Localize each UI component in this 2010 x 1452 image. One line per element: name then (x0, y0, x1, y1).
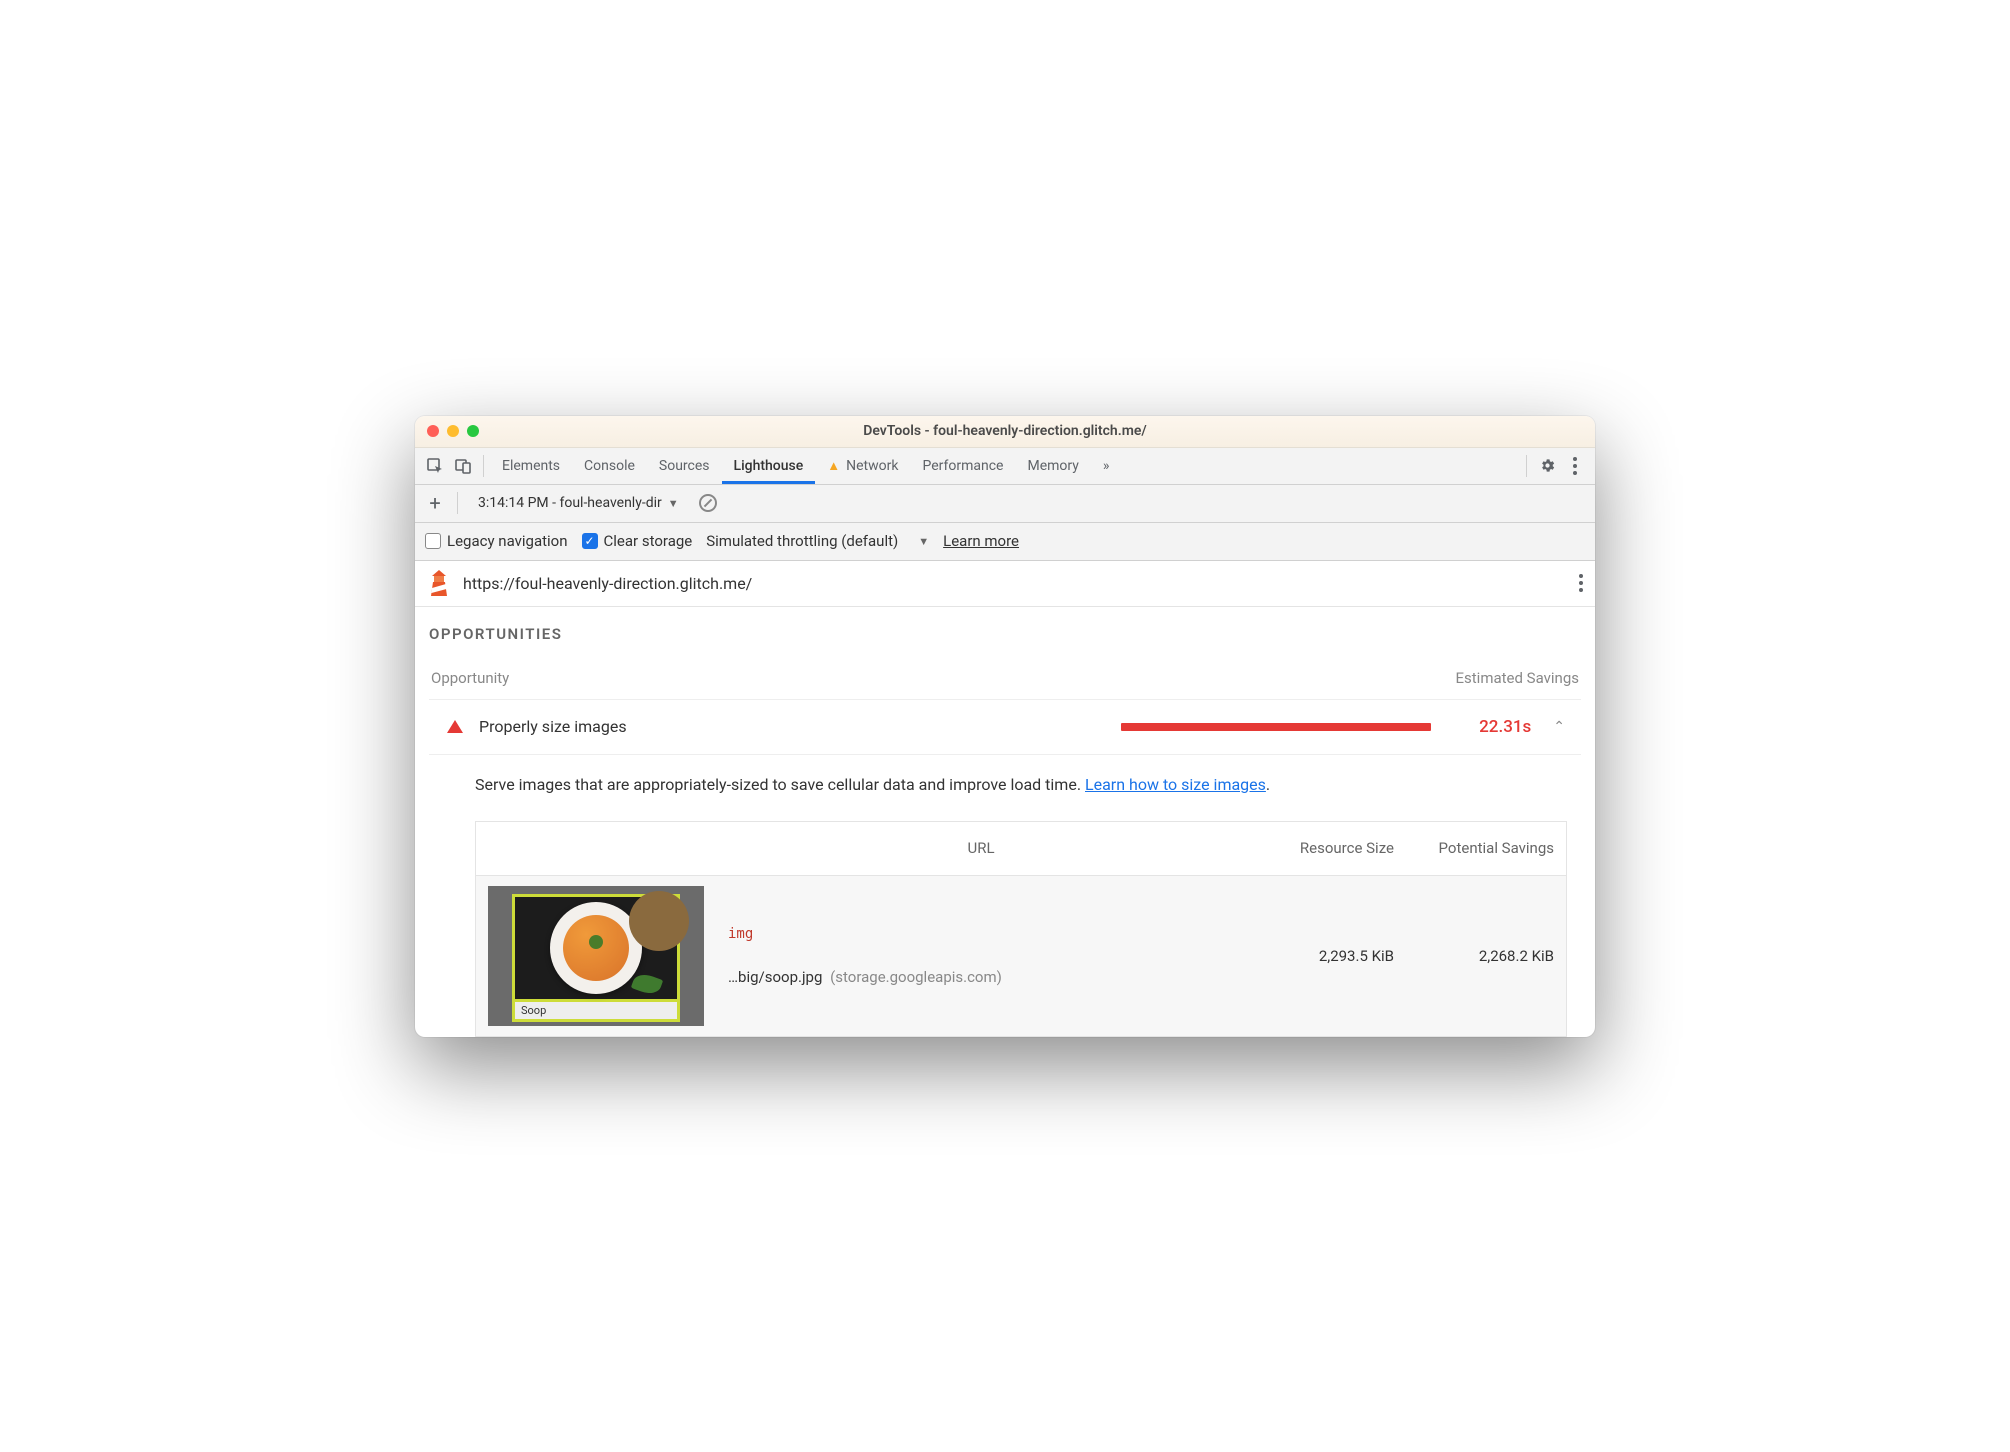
lighthouse-toolbar: + 3:14:14 PM - foul-heavenly-dir ▼ (415, 485, 1595, 523)
element-tag: img (728, 926, 1234, 942)
chevron-up-icon: ⌃ (1553, 719, 1565, 735)
fail-triangle-icon (447, 720, 463, 733)
tab-sources[interactable]: Sources (647, 447, 722, 484)
col-opportunity: Opportunity (431, 669, 509, 687)
url-path[interactable]: …big/soop.jpg (728, 968, 822, 986)
th-url: URL (716, 823, 1246, 873)
window-title: DevTools - foul-heavenly-direction.glitc… (415, 423, 1595, 439)
opportunity-time: 22.31s (1447, 717, 1531, 737)
report-menu-icon[interactable] (1579, 574, 1583, 592)
clear-storage-checkbox[interactable]: ✓ Clear storage (582, 532, 693, 550)
new-report-button[interactable]: + (425, 491, 445, 515)
tabs-overflow[interactable]: » (1091, 447, 1122, 484)
thumb-caption: Soop (512, 1002, 680, 1022)
tab-elements[interactable]: Elements (490, 447, 572, 484)
settings-gear-icon[interactable] (1533, 452, 1561, 480)
more-menu-icon[interactable] (1561, 452, 1589, 480)
throttling-select[interactable]: Simulated throttling (default) ▼ (706, 532, 929, 550)
devtools-window: DevTools - foul-heavenly-direction.glitc… (415, 416, 1595, 1037)
tab-network[interactable]: ▲Network (815, 447, 910, 484)
opportunity-description: Serve images that are appropriately-size… (429, 755, 1581, 815)
tab-performance[interactable]: Performance (910, 447, 1015, 484)
devtools-tabstrip: Elements Console Sources Lighthouse ▲Net… (415, 448, 1595, 485)
checkbox-checked-icon: ✓ (582, 533, 598, 549)
tab-console[interactable]: Console (572, 447, 647, 484)
legacy-navigation-checkbox[interactable]: Legacy navigation (425, 532, 568, 550)
clear-icon[interactable] (699, 494, 717, 512)
separator (483, 455, 484, 477)
close-window-button[interactable] (427, 425, 439, 437)
minimize-window-button[interactable] (447, 425, 459, 437)
report-url: https://foul-heavenly-direction.glitch.m… (463, 574, 752, 593)
thumbnail-cell: Soop (476, 876, 716, 1036)
url-host: (storage.googleapis.com) (830, 968, 1002, 986)
separator (1526, 455, 1527, 477)
learn-more-link[interactable]: Learn more (943, 532, 1019, 550)
th-size: Resource Size (1246, 822, 1406, 875)
potential-savings: 2,268.2 KiB (1406, 937, 1566, 975)
checkbox-icon (425, 533, 441, 549)
report-urlbar: https://foul-heavenly-direction.glitch.m… (415, 561, 1595, 607)
opportunity-name: Properly size images (479, 717, 627, 736)
separator (457, 492, 458, 514)
column-headers: Opportunity Estimated Savings (429, 669, 1581, 699)
table-row: Soop img …big/soop.jpg (storage.googleap… (476, 875, 1566, 1036)
lighthouse-icon (427, 570, 451, 596)
col-savings: Estimated Savings (1456, 669, 1580, 687)
zoom-window-button[interactable] (467, 425, 479, 437)
image-thumbnail[interactable]: Soop (488, 886, 704, 1026)
learn-link[interactable]: Learn how to size images (1085, 775, 1266, 794)
chevron-down-icon: ▼ (668, 497, 679, 510)
tab-memory[interactable]: Memory (1015, 447, 1090, 484)
chevron-down-icon: ▼ (918, 535, 929, 548)
tab-lighthouse[interactable]: Lighthouse (722, 447, 816, 484)
leaf-shape (631, 970, 663, 996)
section-title: OPPORTUNITIES (429, 625, 1581, 643)
inspect-element-icon[interactable] (421, 452, 449, 480)
details-table: URL Resource Size Potential Savings Soop (475, 821, 1567, 1037)
bowl-shape (550, 902, 642, 994)
th-savings: Potential Savings (1406, 822, 1566, 875)
warning-icon: ▲ (827, 458, 840, 474)
table-header: URL Resource Size Potential Savings (476, 822, 1566, 875)
titlebar: DevTools - foul-heavenly-direction.glitc… (415, 416, 1595, 448)
savings-bar (1121, 723, 1431, 731)
traffic-lights (427, 425, 479, 437)
opportunity-row[interactable]: Properly size images 22.31s ⌃ (429, 699, 1581, 755)
url-cell: img …big/soop.jpg (storage.googleapis.co… (716, 916, 1246, 996)
report-select[interactable]: 3:14:14 PM - foul-heavenly-dir ▼ (470, 490, 687, 516)
resource-size: 2,293.5 KiB (1246, 937, 1406, 975)
bread-shape (629, 891, 689, 951)
device-toggle-icon[interactable] (449, 452, 477, 480)
lighthouse-options: Legacy navigation ✓ Clear storage Simula… (415, 523, 1595, 561)
report-content: OPPORTUNITIES Opportunity Estimated Savi… (415, 607, 1595, 1037)
